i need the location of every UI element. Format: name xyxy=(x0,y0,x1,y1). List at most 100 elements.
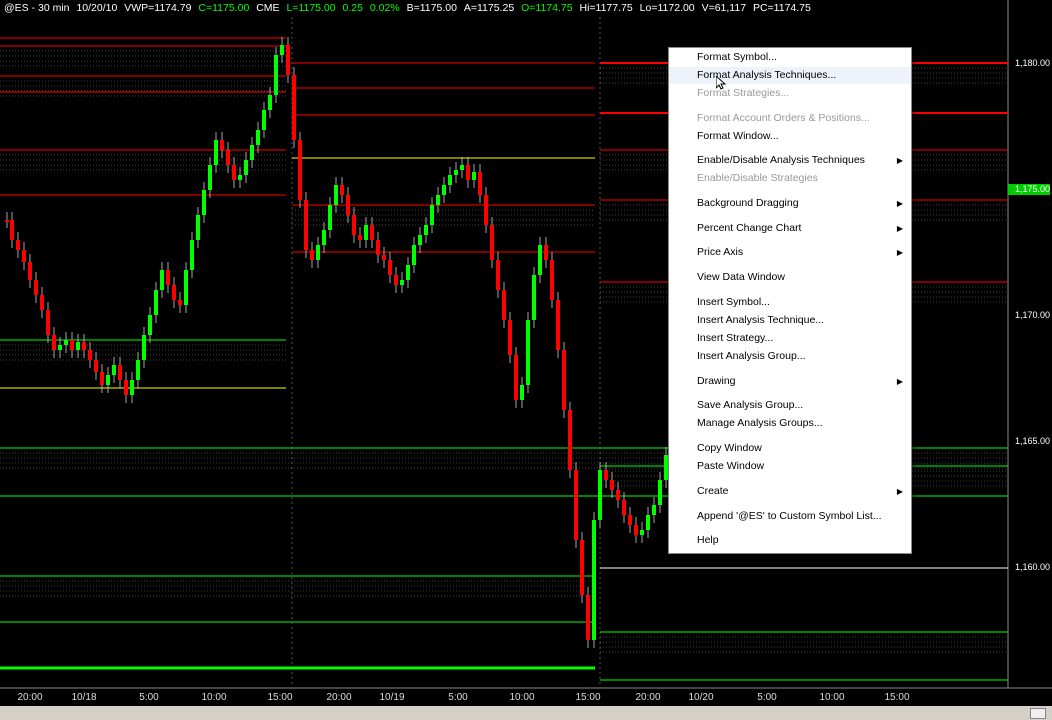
menu-item-manage-analysis-groups[interactable]: Manage Analysis Groups... xyxy=(669,415,911,432)
candle-down xyxy=(40,295,44,310)
time-axis-label: 15:00 xyxy=(884,692,910,703)
candle-down xyxy=(16,240,20,250)
submenu-arrow-icon: ▶ xyxy=(896,224,903,233)
candle-down xyxy=(388,260,392,275)
price-axis-label: 1,180.00 xyxy=(1014,58,1050,68)
scrollbar-thumb[interactable] xyxy=(1030,708,1046,719)
menu-item-format-symbol[interactable]: Format Symbol... xyxy=(669,49,911,66)
time-axis-label: 15:00 xyxy=(575,692,601,703)
candle-up xyxy=(442,185,446,195)
candle-up xyxy=(256,130,260,145)
candle-up xyxy=(454,170,458,175)
price-axis-label: 1,160.00 xyxy=(1014,562,1050,572)
candle-up xyxy=(436,195,440,205)
candle-down xyxy=(70,340,74,350)
candle-down xyxy=(394,275,398,285)
menu-item-append-es-to-custom-symbol-list[interactable]: Append '@ES' to Custom Symbol List... xyxy=(669,508,911,525)
price-axis-label: 1,165.00 xyxy=(1014,436,1050,446)
candle-down xyxy=(124,380,128,395)
candle-up xyxy=(526,320,530,385)
menu-item-view-data-window[interactable]: View Data Window xyxy=(669,269,911,286)
candle-down xyxy=(466,165,470,180)
menu-item-label: Drawing xyxy=(697,375,736,387)
ask-value: A=1175.25 xyxy=(463,2,515,14)
candle-down xyxy=(496,260,500,290)
candle-up xyxy=(148,315,152,335)
close-value: C=1175.00 xyxy=(198,2,250,14)
time-axis-label: 20:00 xyxy=(635,692,661,703)
candle-up xyxy=(328,205,332,230)
menu-item-save-analysis-group[interactable]: Save Analysis Group... xyxy=(669,397,911,414)
menu-item-insert-symbol[interactable]: Insert Symbol... xyxy=(669,294,911,311)
menu-item-format-window[interactable]: Format Window... xyxy=(669,128,911,145)
candle-down xyxy=(340,185,344,195)
menu-item-enable-disable-analysis-techniques[interactable]: Enable/Disable Analysis Techniques ▶ xyxy=(669,152,911,169)
menu-item-label: Insert Symbol... xyxy=(697,296,770,308)
menu-item-label: Enable/Disable Strategies xyxy=(697,172,818,184)
exchange-label: CME xyxy=(256,2,280,14)
candle-up xyxy=(64,340,68,345)
menu-item-label: Insert Strategy... xyxy=(697,332,774,344)
menu-item-copy-window[interactable]: Copy Window xyxy=(669,440,911,457)
candle-up xyxy=(460,165,464,170)
time-axis-label: 10/20 xyxy=(688,692,714,703)
candle-down xyxy=(46,310,50,335)
menu-item-background-dragging[interactable]: Background Dragging ▶ xyxy=(669,195,911,212)
menu-item-label: Insert Analysis Technique... xyxy=(697,314,825,326)
candle-down xyxy=(382,255,386,260)
candle-up xyxy=(244,160,248,175)
menu-item-insert-analysis-group[interactable]: Insert Analysis Group... xyxy=(669,348,911,365)
menu-item-label: View Data Window xyxy=(697,271,785,283)
candle-down xyxy=(178,300,182,305)
menu-item-price-axis[interactable]: Price Axis ▶ xyxy=(669,244,911,261)
candle-down xyxy=(352,215,356,235)
candle-down xyxy=(88,350,92,360)
menu-item-help[interactable]: Help xyxy=(669,532,911,549)
menu-item-label: Append '@ES' to Custom Symbol List... xyxy=(697,510,882,522)
horizontal-scrollbar[interactable] xyxy=(0,706,1052,720)
menu-item-percent-change-chart[interactable]: Percent Change Chart ▶ xyxy=(669,220,911,237)
candle-down xyxy=(376,240,380,255)
candle-down xyxy=(52,335,56,350)
menu-item-insert-analysis-technique[interactable]: Insert Analysis Technique... xyxy=(669,312,911,329)
candle-down xyxy=(622,500,626,515)
candle-up xyxy=(238,175,242,180)
menu-item-insert-strategy[interactable]: Insert Strategy... xyxy=(669,330,911,347)
candle-down xyxy=(34,280,38,295)
candle-up xyxy=(334,185,338,205)
candle-down xyxy=(298,140,302,200)
candle-down xyxy=(550,260,554,300)
candle-down xyxy=(490,225,494,260)
candle-up xyxy=(652,505,656,515)
candle-up xyxy=(184,270,188,305)
candle-down xyxy=(610,480,614,490)
time-axis-label: 10:00 xyxy=(201,692,227,703)
candle-down xyxy=(556,300,560,350)
candle-up xyxy=(214,140,218,165)
candle-down xyxy=(628,515,632,525)
candle-up xyxy=(208,165,212,190)
menu-item-label: Format Window... xyxy=(697,130,779,142)
menu-item-format-analysis-techniques[interactable]: Format Analysis Techniques... xyxy=(669,67,911,84)
vwap-value: VWP=1174.79 xyxy=(124,2,192,14)
candle-down xyxy=(616,490,620,500)
menu-item-drawing[interactable]: Drawing ▶ xyxy=(669,373,911,390)
chart-window[interactable]: @ES - 30 min 10/20/10 VWP=1174.79 C=1175… xyxy=(0,0,1052,720)
menu-item-paste-window[interactable]: Paste Window xyxy=(669,458,911,475)
candle-up xyxy=(472,172,476,180)
candle-up xyxy=(76,342,80,350)
candle-up xyxy=(268,95,272,110)
menu-item-create[interactable]: Create ▶ xyxy=(669,483,911,500)
menu-item-enable-disable-strategies: Enable/Disable Strategies xyxy=(669,170,911,187)
volume-value: V=61,117 xyxy=(701,2,747,14)
time-axis-label: 10/18 xyxy=(71,692,97,703)
candle-down xyxy=(304,200,308,250)
context-menu[interactable]: Format Symbol... Format Analysis Techniqu… xyxy=(668,47,912,554)
candle-up xyxy=(322,230,326,245)
candle-up xyxy=(316,245,320,260)
menu-item-format-account-orders-positions: Format Account Orders & Positions... xyxy=(669,110,911,127)
candle-up xyxy=(640,530,644,535)
menu-item-label: Percent Change Chart xyxy=(697,222,802,234)
current-price-tag: 1,175.00 xyxy=(1008,184,1050,195)
high-value: Hi=1177.75 xyxy=(579,2,633,14)
